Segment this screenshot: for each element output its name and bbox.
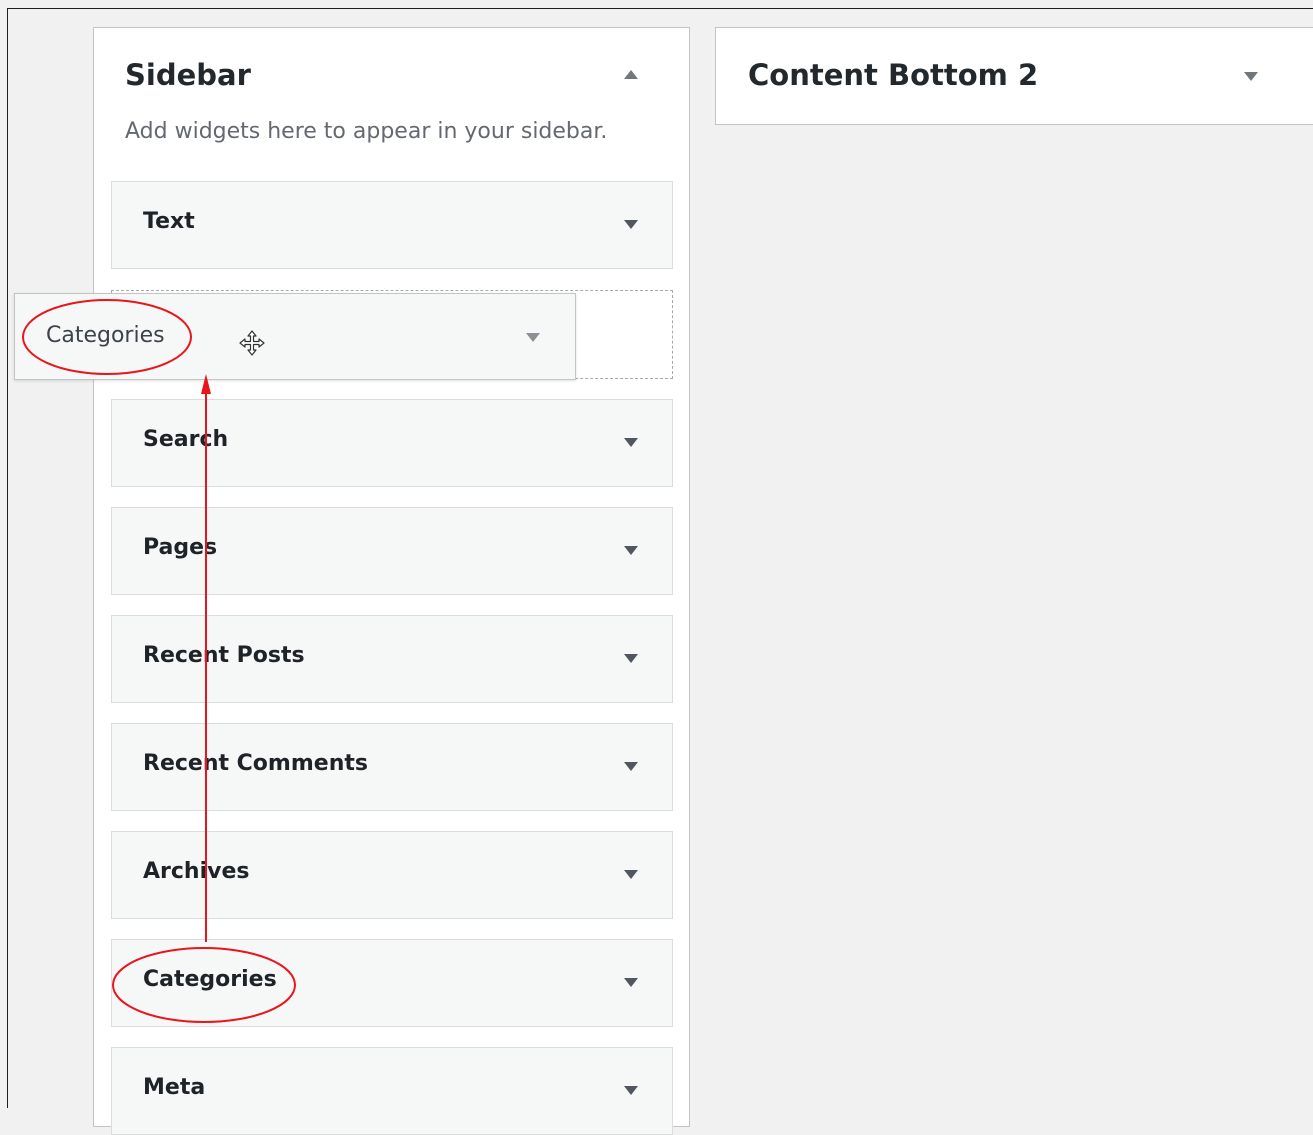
expand-arrow-icon[interactable] (1244, 72, 1258, 81)
widget-title: Meta (143, 1075, 206, 1100)
content-bottom-2-title[interactable]: Content Bottom 2 (748, 58, 1038, 92)
widget-title: Archives (143, 859, 250, 884)
widget-title: Pages (143, 535, 218, 560)
widget-title: Recent Posts (143, 643, 305, 668)
widget-pages[interactable]: Pages (111, 507, 673, 595)
expand-arrow-icon[interactable] (624, 1086, 638, 1095)
widget-text[interactable]: Text (111, 181, 673, 269)
expand-arrow-icon[interactable] (624, 978, 638, 987)
widget-title: Categories (46, 323, 165, 348)
move-cursor-icon (239, 330, 265, 356)
expand-arrow-icon[interactable] (624, 870, 638, 879)
sidebar-title[interactable]: Sidebar (125, 58, 251, 92)
widget-search[interactable]: Search (111, 399, 673, 487)
widget-title: Text (143, 209, 195, 234)
widget-archives[interactable]: Archives (111, 831, 673, 919)
widget-title: Categories (143, 967, 277, 992)
content-bottom-2-area[interactable]: Content Bottom 2 (715, 27, 1313, 125)
widget-meta[interactable]: Meta (111, 1047, 673, 1135)
widget-title: Recent Comments (143, 751, 368, 776)
widget-title: Search (143, 427, 229, 452)
widget-categories[interactable]: Categories (111, 939, 673, 1027)
sidebar-description: Add widgets here to appear in your sideb… (125, 119, 608, 144)
expand-arrow-icon (526, 333, 540, 342)
expand-arrow-icon[interactable] (624, 762, 638, 771)
widget-recent-comments[interactable]: Recent Comments (111, 723, 673, 811)
widget-recent-posts[interactable]: Recent Posts (111, 615, 673, 703)
expand-arrow-icon[interactable] (624, 220, 638, 229)
collapse-arrow-icon[interactable] (624, 70, 638, 79)
dragging-widget-categories[interactable]: Categories (14, 293, 576, 380)
expand-arrow-icon[interactable] (624, 654, 638, 663)
expand-arrow-icon[interactable] (624, 546, 638, 555)
sidebar-widget-area: Sidebar Add widgets here to appear in yo… (93, 27, 690, 1135)
expand-arrow-icon[interactable] (624, 438, 638, 447)
